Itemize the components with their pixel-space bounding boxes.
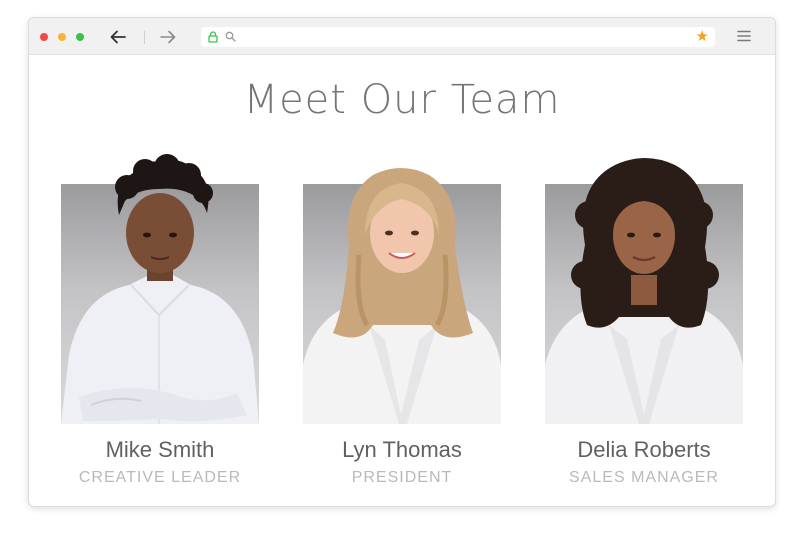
member-role: PRESIDENT — [351, 469, 453, 486]
browser-toolbar: ★ — [29, 18, 775, 55]
lock-icon — [208, 31, 218, 43]
back-button[interactable] — [106, 26, 130, 48]
address-bar[interactable]: ★ — [201, 27, 715, 47]
hamburger-menu-icon[interactable] — [737, 30, 751, 42]
member-role: SALES MANAGER — [569, 469, 719, 486]
maximize-window-button[interactable] — [76, 33, 84, 41]
search-icon — [225, 31, 236, 42]
member-portrait — [545, 158, 743, 424]
member-name: Mike Smith — [105, 437, 215, 462]
team-member-card: Delia Roberts SALES MANAGER — [545, 55, 743, 506]
page-content: Meet Our Team Mike Smith CREATIVE LEADER… — [29, 55, 775, 506]
forward-arrow-icon — [160, 30, 176, 44]
minimize-window-button[interactable] — [58, 33, 66, 41]
toolbar-divider — [144, 31, 145, 44]
close-window-button[interactable] — [40, 33, 48, 41]
member-name: Lyn Thomas — [342, 437, 462, 462]
team-member-card: Lyn Thomas PRESIDENT — [303, 55, 501, 506]
member-role: CREATIVE LEADER — [78, 469, 242, 486]
back-arrow-icon — [110, 30, 126, 44]
forward-button[interactable] — [156, 26, 180, 48]
member-portrait — [303, 168, 501, 424]
member-name: Delia Roberts — [577, 437, 711, 462]
star-icon[interactable]: ★ — [696, 28, 709, 46]
team-member-card: Mike Smith CREATIVE LEADER — [61, 55, 259, 506]
browser-window: ★ Meet Our Team Mike Smith CREATIVE LEAD… — [28, 17, 776, 507]
member-portrait — [61, 154, 259, 424]
